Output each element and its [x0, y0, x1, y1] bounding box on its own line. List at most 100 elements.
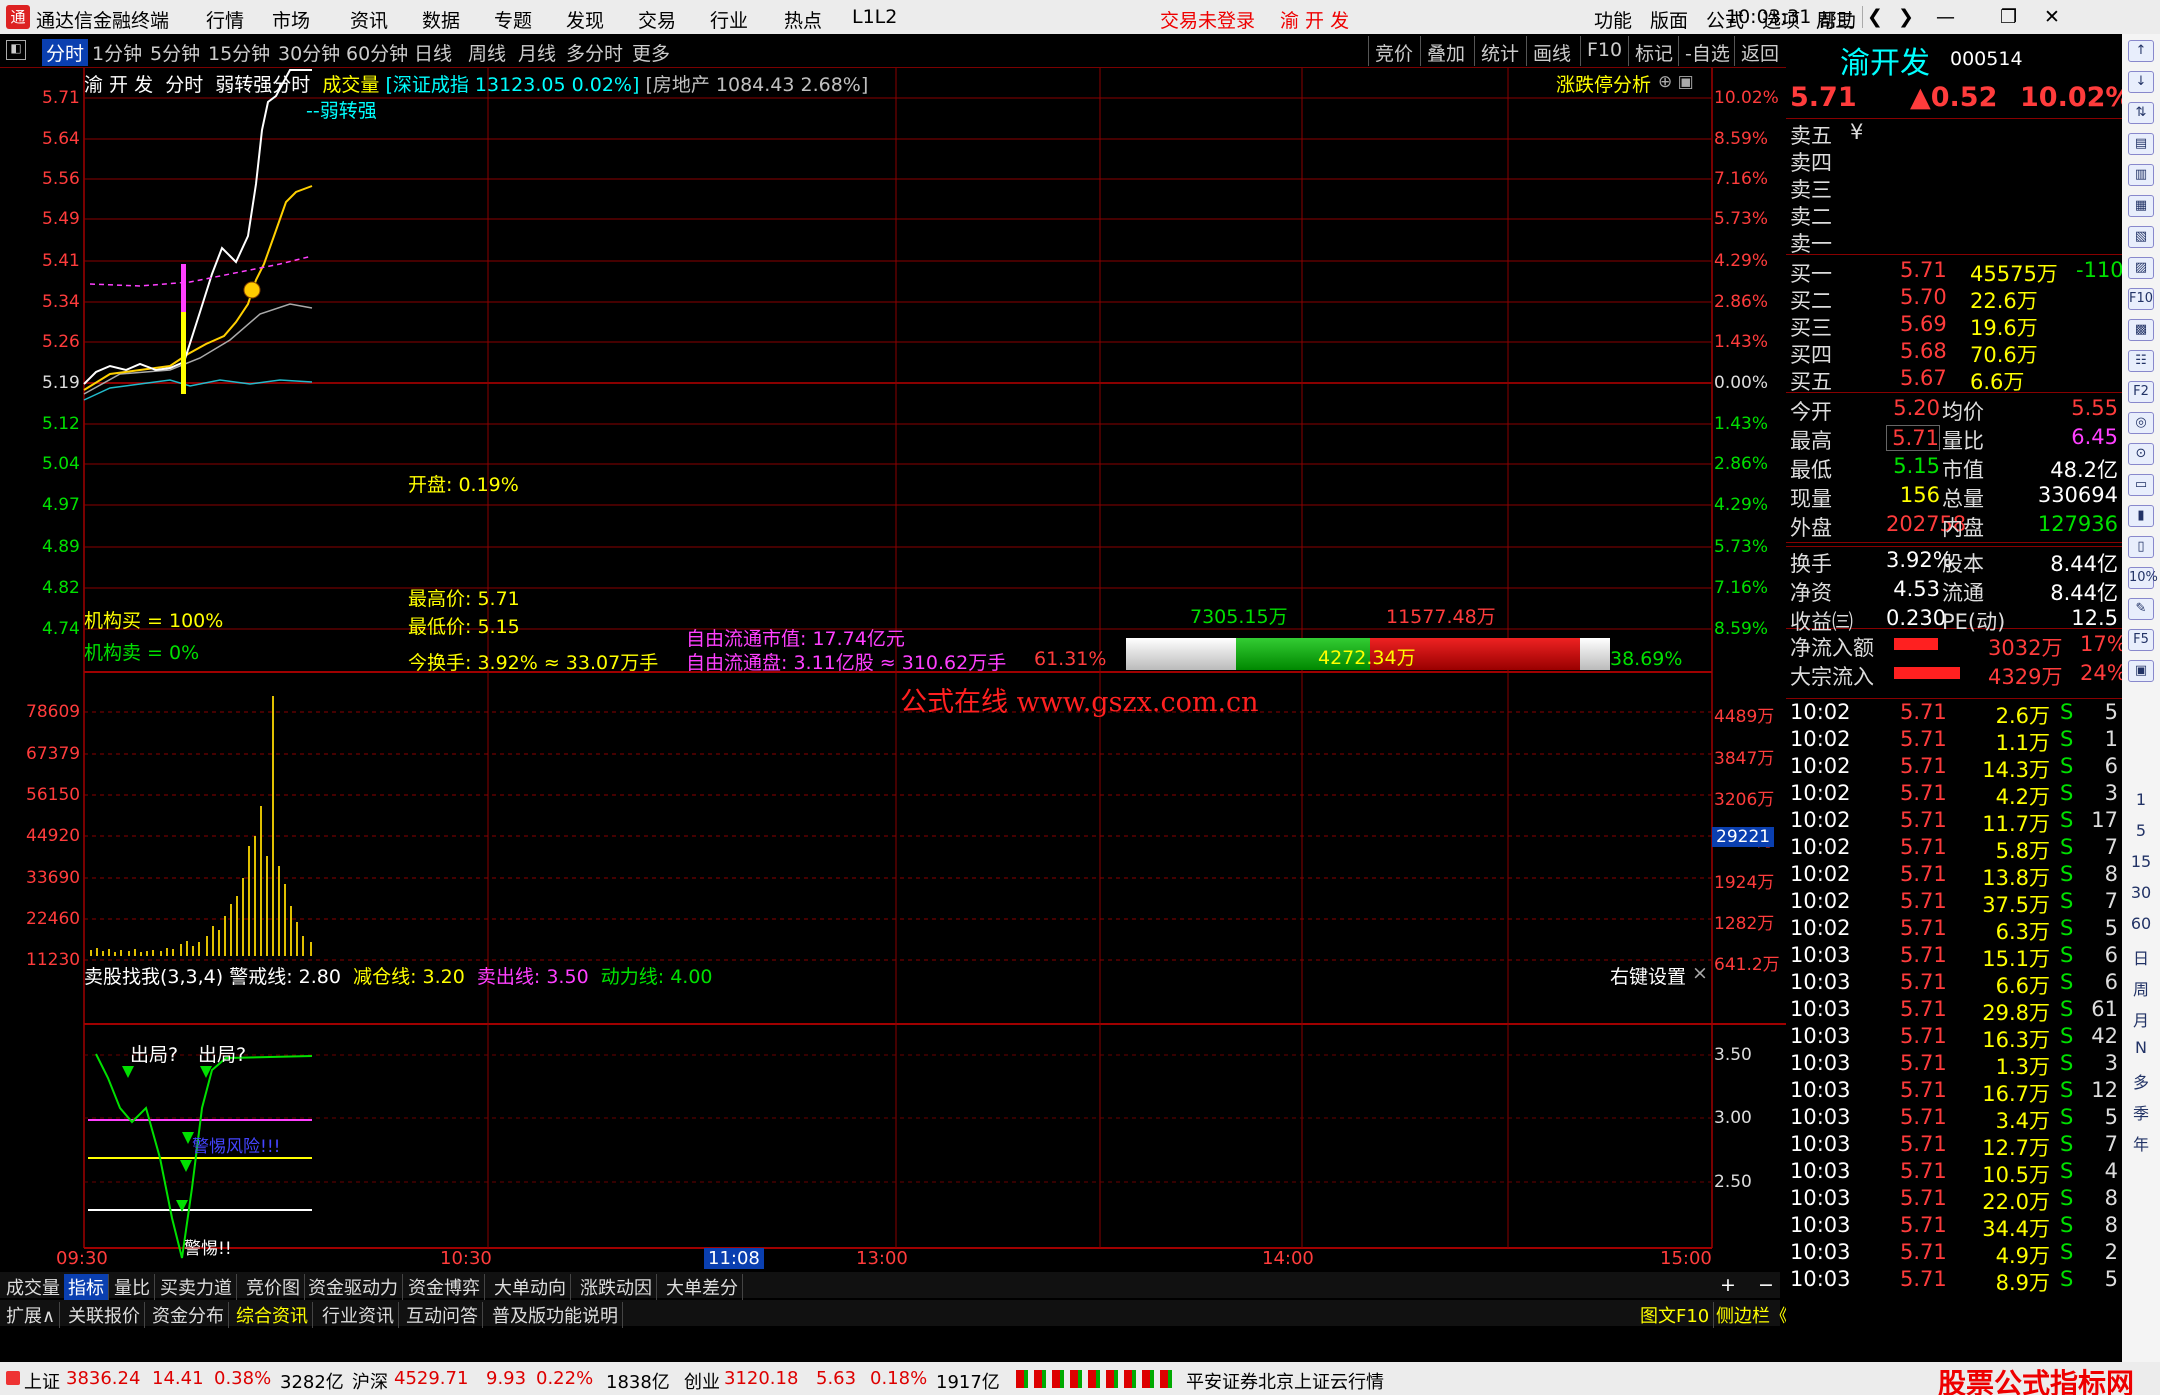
bottom-tab-4[interactable]: 竞价图 [242, 1274, 305, 1300]
toggle-panel-icon[interactable]: ◧ [6, 40, 26, 60]
tick-row[interactable]: 10:03 5.71 22.0万 S 8 [1790, 1186, 2120, 1214]
sidebar-toggle[interactable]: 侧边栏《 [1712, 1302, 1793, 1328]
side-tool-icon-8[interactable]: F10 [2128, 288, 2154, 310]
side-period-1[interactable]: 5 [2128, 821, 2154, 840]
menu-item-5[interactable]: 发现 [566, 6, 604, 33]
tool-7[interactable]: 返回 [1734, 36, 1785, 66]
bottom-tab2-2[interactable]: 资金分布 [148, 1302, 229, 1328]
tick-row[interactable]: 10:02 5.71 2.6万 S 5 [1790, 700, 2120, 728]
tick-row[interactable]: 10:02 5.71 5.8万 S 7 [1790, 835, 2120, 863]
bottom-tab2-6[interactable]: 普及版功能说明 [488, 1302, 623, 1328]
side-tool-icon-4[interactable]: ▥ [2128, 164, 2154, 186]
tick-row[interactable]: 10:03 5.71 34.4万 S 8 [1790, 1213, 2120, 1241]
side-period-6[interactable]: 周 [2128, 976, 2154, 1000]
period-tab-2[interactable]: 5分钟 [150, 39, 200, 66]
time-axis-label[interactable]: 11:08 [704, 1248, 764, 1269]
tick-row[interactable]: 10:03 5.71 16.3万 S 42 [1790, 1024, 2120, 1052]
side-tool-icon-0[interactable]: ↑ [2128, 40, 2154, 62]
bottom-tab-5[interactable]: 资金驱动力 [304, 1274, 403, 1300]
tick-row[interactable]: 10:02 5.71 1.1万 S 1 [1790, 727, 2120, 755]
login-status[interactable]: 交易未登录 [1160, 6, 1255, 33]
side-tool-icon-6[interactable]: ▧ [2128, 226, 2154, 248]
close-icon[interactable]: ✕ [2044, 6, 2060, 28]
side-tool-icon-3[interactable]: ▤ [2128, 133, 2154, 155]
tick-row[interactable]: 10:03 5.71 1.3万 S 3 [1790, 1051, 2120, 1079]
tick-row[interactable]: 10:02 5.71 6.3万 S 5 [1790, 916, 2120, 944]
nav-forward-icon[interactable]: ❯ [1898, 6, 1914, 28]
bottom-tab-2[interactable]: 量比 [110, 1274, 155, 1300]
header-formula[interactable]: 弱转强分时 [215, 74, 310, 96]
side-tool-icon-17[interactable]: 10% [2128, 567, 2158, 589]
zdt-analysis-link[interactable]: 涨跌停分析 [1556, 70, 1651, 97]
minimize-icon[interactable]: — [1936, 6, 1955, 28]
period-tab-10[interactable]: 更多 [632, 39, 670, 66]
zoom-in-button[interactable]: + [1720, 1274, 1736, 1296]
side-period-0[interactable]: 1 [2128, 790, 2154, 809]
tick-row[interactable]: 10:03 5.71 8.9万 S 5 [1790, 1267, 2120, 1295]
period-tab-7[interactable]: 周线 [468, 39, 506, 66]
period-tab-6[interactable]: 日线 [414, 39, 452, 66]
side-tool-icon-1[interactable]: ↓ [2128, 71, 2154, 93]
f10-tab[interactable]: 图文F10 [1636, 1302, 1715, 1328]
side-tool-icon-20[interactable]: ▣ [2128, 660, 2154, 682]
menu-item-2[interactable]: 资讯 [350, 6, 388, 33]
sh-label[interactable]: 上证 [24, 1368, 60, 1394]
ind-close-icon[interactable]: × [1692, 962, 1708, 984]
tick-row[interactable]: 10:03 5.71 4.9万 S 2 [1790, 1240, 2120, 1268]
side-tool-icon-5[interactable]: ▦ [2128, 195, 2154, 217]
tool-5[interactable]: 标记 [1628, 36, 1679, 66]
tick-row[interactable]: 10:03 5.71 16.7万 S 12 [1790, 1078, 2120, 1106]
cy-label[interactable]: 创业 [684, 1368, 720, 1394]
side-period-3[interactable]: 30 [2128, 883, 2154, 902]
menu-item-1[interactable]: 市场 [272, 6, 310, 33]
tick-row[interactable]: 10:02 5.71 13.8万 S 8 [1790, 862, 2120, 890]
menu-item-3[interactable]: 数据 [422, 6, 460, 33]
period-tab-0[interactable]: 分时 [42, 39, 89, 66]
side-tool-icon-19[interactable]: F5 [2128, 629, 2154, 651]
bottom-tab2-1[interactable]: 关联报价 [64, 1302, 145, 1328]
period-tab-8[interactable]: 月线 [518, 39, 556, 66]
bottom-tab-9[interactable]: 大单差分 [662, 1274, 743, 1300]
menu-item-8[interactable]: 热点 [784, 6, 822, 33]
tool-6[interactable]: -自选 [1678, 36, 1736, 66]
side-period-5[interactable]: 日 [2128, 945, 2154, 969]
bottom-tab-1[interactable]: 指标 [64, 1274, 109, 1300]
bottom-tab-7[interactable]: 大单动向 [490, 1274, 571, 1300]
header-icons[interactable]: ⊕ ▣ [1658, 72, 1694, 92]
tick-row[interactable]: 10:02 5.71 14.3万 S 6 [1790, 754, 2120, 782]
side-tool-icon-11[interactable]: F2 [2128, 381, 2154, 403]
menu-item-0[interactable]: 行情 [206, 6, 244, 33]
bottom-tab-8[interactable]: 涨跌动因 [576, 1274, 657, 1300]
side-tool-icon-15[interactable]: ▮ [2128, 505, 2154, 527]
side-tool-icon-12[interactable]: ◎ [2128, 412, 2154, 434]
tool-2[interactable]: 统计 [1474, 36, 1525, 66]
menu-item-9[interactable]: L1L2 [852, 6, 897, 28]
zoom-out-button[interactable]: − [1758, 1274, 1774, 1296]
tick-row[interactable]: 10:03 5.71 3.4万 S 5 [1790, 1105, 2120, 1133]
tool-0[interactable]: 竞价 [1368, 36, 1419, 66]
bottom-tab2-5[interactable]: 互动问答 [402, 1302, 483, 1328]
hs-label[interactable]: 沪深 [352, 1368, 388, 1394]
period-tab-9[interactable]: 多分时 [566, 39, 623, 66]
side-tool-icon-18[interactable]: ✎ [2128, 598, 2154, 620]
menu-item-7[interactable]: 行业 [710, 6, 748, 33]
menu-item-6[interactable]: 交易 [638, 6, 676, 33]
tick-row[interactable]: 10:02 5.71 37.5万 S 7 [1790, 889, 2120, 917]
side-tool-icon-2[interactable]: ⇅ [2128, 102, 2154, 124]
nav-back-icon[interactable]: ❮ [1862, 6, 1883, 28]
period-tab-4[interactable]: 30分钟 [278, 39, 340, 66]
side-period-9[interactable]: 多 [2128, 1069, 2154, 1093]
side-tool-icon-9[interactable]: ▩ [2128, 319, 2154, 341]
tick-row[interactable]: 10:03 5.71 12.7万 S 7 [1790, 1132, 2120, 1160]
menu-item-4[interactable]: 专题 [494, 6, 532, 33]
side-period-8[interactable]: N [2128, 1038, 2154, 1057]
tick-row[interactable]: 10:03 5.71 29.8万 S 61 [1790, 997, 2120, 1025]
side-period-7[interactable]: 月 [2128, 1007, 2154, 1031]
tick-row[interactable]: 10:03 5.71 6.6万 S 6 [1790, 970, 2120, 998]
period-tab-1[interactable]: 1分钟 [92, 39, 142, 66]
bottom-tab-3[interactable]: 买卖力道 [156, 1274, 237, 1300]
side-tool-icon-10[interactable]: ☷ [2128, 350, 2154, 372]
tick-row[interactable]: 10:03 5.71 15.1万 S 6 [1790, 943, 2120, 971]
side-period-10[interactable]: 季 [2128, 1100, 2154, 1124]
bottom-tab2-3[interactable]: 综合资讯 [232, 1302, 313, 1328]
